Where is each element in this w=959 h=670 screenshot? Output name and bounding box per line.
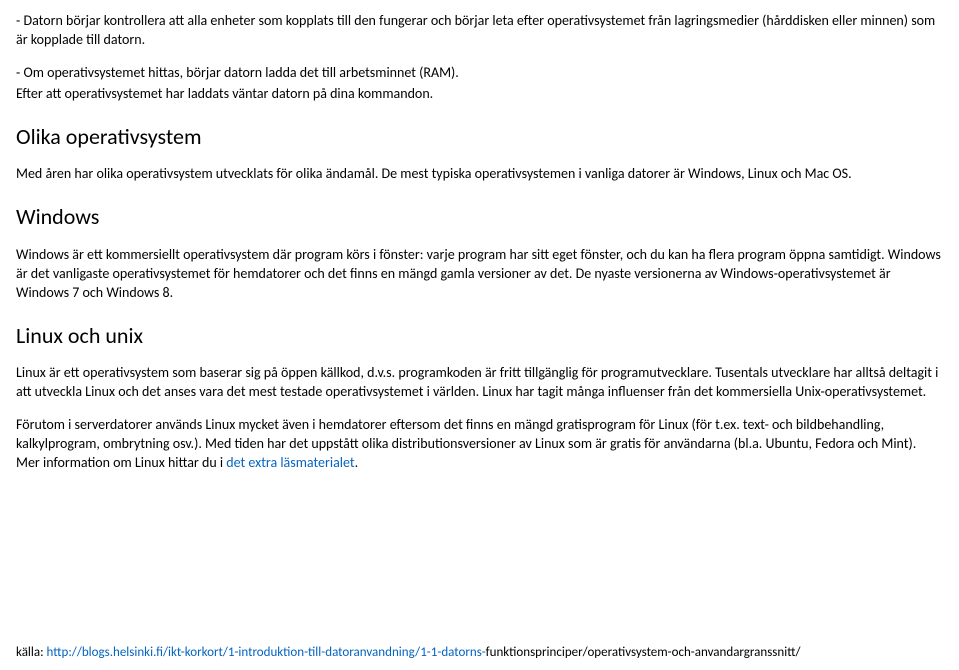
linux-paragraph-2: Förutom i serverdatorer används Linux my…	[16, 416, 943, 473]
intro-line-3: Efter att operativsystemet har laddats v…	[16, 85, 943, 104]
windows-paragraph: Windows är ett kommersiellt operativsyst…	[16, 246, 943, 303]
source-rest: funktionsprinciper/operativsystem-och-an…	[486, 645, 801, 660]
extra-reading-link[interactable]: det extra läsmaterialet	[226, 454, 354, 471]
olika-paragraph: Med åren har olika operativsystem utveck…	[16, 165, 943, 184]
source-label: källa:	[16, 645, 47, 660]
heading-linux-unix: Linux och unix	[16, 321, 943, 351]
source-link[interactable]: http://blogs.helsinki.fi/ikt-korkort/1-i…	[47, 645, 486, 660]
linux-p2-text-before: Förutom i serverdatorer används Linux my…	[16, 416, 916, 471]
intro-line-2: - Om operativsystemet hittas, börjar dat…	[16, 64, 943, 83]
heading-windows: Windows	[16, 202, 943, 232]
source-footer: källa: http://blogs.helsinki.fi/ikt-kork…	[16, 644, 800, 662]
intro-line-1: - Datorn börjar kontrollera att alla enh…	[16, 12, 943, 50]
linux-paragraph-1: Linux är ett operativsystem som baserar …	[16, 364, 943, 402]
linux-p2-text-after: .	[355, 454, 359, 471]
heading-olika-operativsystem: Olika operativsystem	[16, 122, 943, 152]
